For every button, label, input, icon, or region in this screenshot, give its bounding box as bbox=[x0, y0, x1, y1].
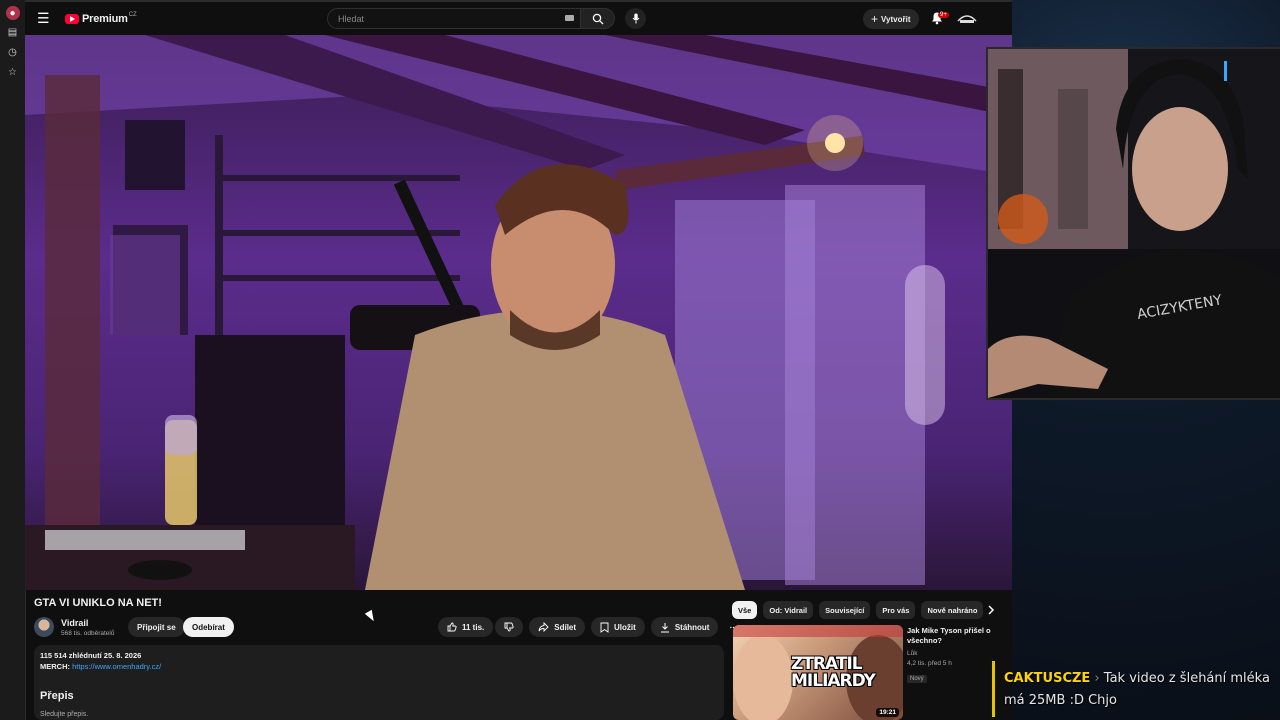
save-button[interactable]: Uložit bbox=[591, 617, 645, 637]
tabs-icon[interactable]: ▤ bbox=[5, 24, 21, 40]
microphone-icon bbox=[632, 13, 639, 24]
account-avatar[interactable] bbox=[957, 11, 977, 26]
chat-accent-bar bbox=[992, 661, 995, 717]
view-stats: 115 514 zhlédnutí 25. 8. 2026 bbox=[40, 651, 142, 660]
chip-all[interactable]: Vše bbox=[732, 601, 758, 619]
download-label: Stáhnout bbox=[674, 622, 710, 632]
video-player[interactable] bbox=[25, 35, 1012, 590]
merch-line: MERCH: https://www.omenhadry.cz/ bbox=[40, 662, 161, 671]
recommendation-meta: 4,2 tis. před 5 h bbox=[907, 660, 952, 667]
chat-username: CAKTUSCZE bbox=[1004, 671, 1091, 686]
thumbnail-caption-2: MILIARDY bbox=[791, 671, 876, 691]
chip-from-channel[interactable]: Od: Vidrail bbox=[763, 601, 814, 619]
voice-search-button[interactable] bbox=[625, 8, 646, 29]
chip-related[interactable]: Související bbox=[819, 601, 871, 619]
chip-recently-uploaded[interactable]: Nově nahráno bbox=[921, 601, 984, 619]
account-logo-icon bbox=[957, 15, 977, 23]
transcript-heading: Přepis bbox=[40, 690, 74, 702]
description-box[interactable]: 115 514 zhlédnutí 25. 8. 2026 MERCH: htt… bbox=[34, 645, 724, 720]
join-button[interactable]: Připojit se bbox=[128, 617, 185, 637]
webcam-frame: ACIZYKTENY bbox=[988, 49, 1280, 398]
transcript-subtitle: Sledujte přepis. bbox=[40, 711, 89, 718]
recommendation-info[interactable]: Jak Mike Tyson přišel o všechno? Lůk 4,2… bbox=[907, 626, 992, 685]
new-badge: Nový bbox=[907, 675, 927, 683]
search-field[interactable] bbox=[327, 8, 581, 29]
browser-tab-strip bbox=[25, 0, 1012, 2]
like-button[interactable]: 11 tis. bbox=[438, 617, 494, 637]
video-actions: 11 tis. Sdílet Uložit Stáhnout ⋯ bbox=[438, 617, 748, 637]
chat-message: CAKTUSCZE › Tak video z šlehání mléka má… bbox=[1004, 668, 1276, 712]
share-label: Sdílet bbox=[554, 622, 577, 632]
menu-icon[interactable]: ☰ bbox=[37, 10, 57, 27]
share-button[interactable]: Sdílet bbox=[529, 617, 586, 637]
recommendation-channel[interactable]: Lůk bbox=[907, 650, 992, 657]
keyboard-icon[interactable] bbox=[565, 15, 574, 21]
recommendation-title[interactable]: Jak Mike Tyson přišel o všechno? bbox=[907, 626, 992, 646]
chevron-right-icon[interactable] bbox=[985, 604, 997, 616]
browser-sidebar: ● ▤ ◷ ☆ bbox=[0, 0, 26, 720]
merch-link[interactable]: https://www.omenhadry.cz/ bbox=[72, 662, 161, 671]
bookmark-icon bbox=[600, 622, 609, 633]
recommendation-filters: Vše Od: Vidrail Související Pro vás Nově… bbox=[732, 601, 989, 619]
logo-country: CZ bbox=[128, 11, 137, 18]
save-label: Uložit bbox=[614, 622, 636, 632]
thumbs-up-icon bbox=[447, 622, 457, 632]
merch-label: MERCH: bbox=[40, 662, 73, 671]
share-icon bbox=[538, 622, 549, 632]
notification-badge: 9+ bbox=[938, 12, 949, 18]
channel-info: Vidrail 568 tis. odběratelů bbox=[61, 618, 114, 637]
video-duration: 19:21 bbox=[876, 708, 899, 717]
history-icon[interactable]: ◷ bbox=[5, 44, 21, 60]
subscriber-count: 568 tis. odběratelů bbox=[61, 629, 115, 637]
chip-for-you[interactable]: Pro vás bbox=[876, 601, 916, 619]
video-title: GTA VI UNIKLO NA NET! bbox=[34, 597, 162, 609]
create-button[interactable]: + Vytvořit bbox=[863, 9, 919, 29]
logo-text: Premium bbox=[82, 12, 128, 25]
channel-name[interactable]: Vidrail bbox=[61, 618, 114, 628]
subscribe-button[interactable]: Odebírat bbox=[183, 617, 234, 637]
search-button[interactable] bbox=[581, 8, 615, 29]
chat-arrow-icon: › bbox=[1094, 671, 1104, 686]
create-label: Vytvořit bbox=[881, 14, 911, 24]
video-frame bbox=[25, 35, 1012, 590]
dislike-button[interactable] bbox=[495, 617, 524, 637]
recommendation-thumbnail[interactable]: ZTRATIL MILIARDY 19:21 bbox=[733, 625, 903, 720]
like-count: 11 tis. bbox=[462, 622, 485, 632]
thumbs-down-icon bbox=[504, 622, 514, 632]
search-bar bbox=[327, 8, 646, 29]
search-input[interactable] bbox=[336, 12, 540, 25]
plus-icon: + bbox=[871, 12, 879, 26]
download-button[interactable]: Stáhnout bbox=[650, 617, 719, 637]
youtube-play-icon bbox=[65, 13, 79, 24]
download-icon bbox=[660, 622, 669, 632]
browser-logo-icon[interactable]: ● bbox=[5, 6, 20, 20]
youtube-logo[interactable]: Premium CZ bbox=[65, 11, 137, 25]
search-icon bbox=[592, 13, 603, 24]
bookmarks-icon[interactable]: ☆ bbox=[5, 64, 21, 80]
streamer-webcam: ACIZYKTENY bbox=[986, 47, 1280, 400]
channel-avatar[interactable] bbox=[34, 617, 54, 637]
